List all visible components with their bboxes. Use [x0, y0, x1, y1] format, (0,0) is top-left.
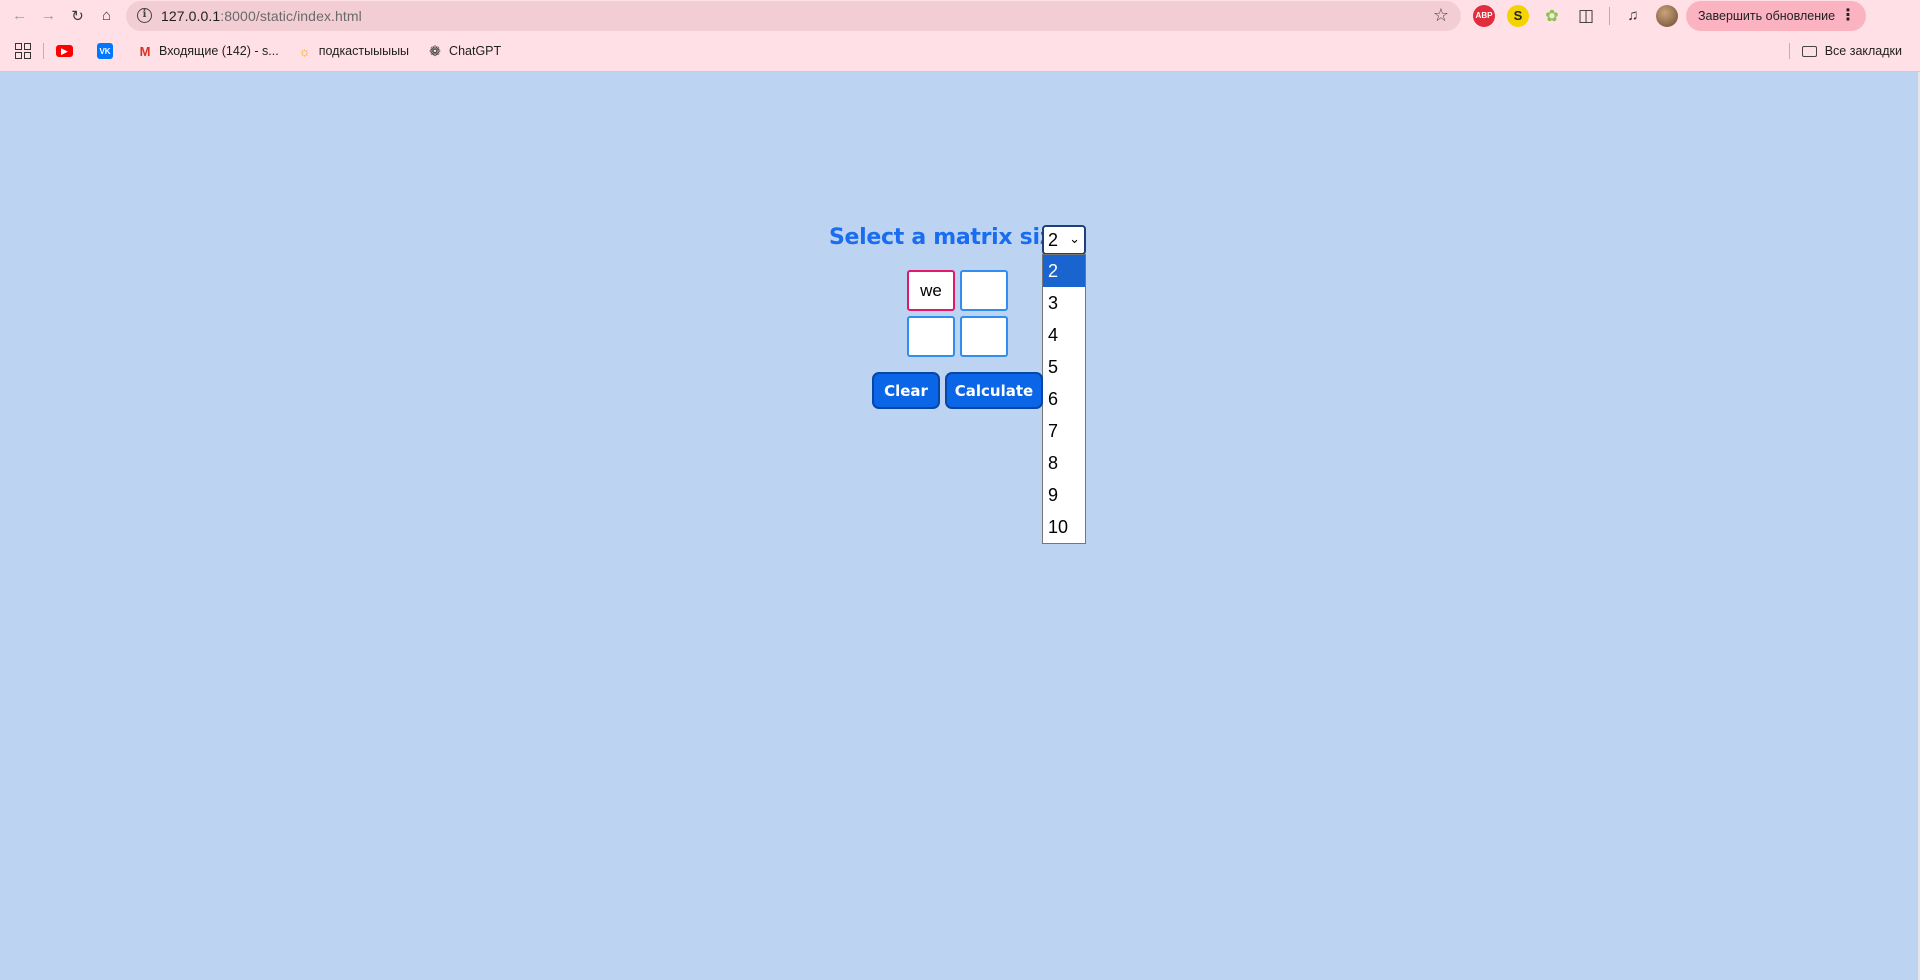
bookmark-star-icon[interactable]: ☆ — [1433, 5, 1449, 26]
bookmark-chatgpt[interactable]: ❁ ChatGPT — [427, 43, 501, 59]
bookmark-chatgpt-label: ChatGPT — [449, 44, 502, 58]
page-title: Select a matrix size — [829, 225, 1067, 250]
size-option[interactable]: 9 — [1043, 479, 1085, 511]
bookmark-podcasts-label: подкастыыыыы — [318, 44, 410, 58]
extension-s-icon[interactable]: S — [1507, 4, 1529, 27]
bookmarks-bar: ▶ VK M Входящие (142) - s... ☼ подкастыы… — [0, 31, 1920, 72]
size-option[interactable]: 7 — [1043, 415, 1085, 447]
menu-dots-icon[interactable]: ⋮ — [1840, 7, 1856, 23]
chevron-down-icon: ⌄ — [1069, 231, 1080, 246]
size-option[interactable]: 4 — [1043, 319, 1085, 351]
matrix-cell-input[interactable] — [960, 316, 1008, 357]
bookmarks-divider — [1788, 43, 1790, 59]
bookmark-podcasts[interactable]: ☼ подкастыыыыы — [297, 43, 409, 59]
chatgpt-icon: ❁ — [429, 42, 441, 59]
profile-avatar[interactable] — [1656, 4, 1678, 27]
apps-grid-icon[interactable] — [15, 43, 31, 59]
url-path: :8000/static/index.html — [220, 7, 362, 24]
toolbar-divider — [1609, 6, 1610, 25]
home-icon[interactable]: ⌂ — [92, 1, 121, 30]
leaf-extension-icon[interactable]: ✿ — [1541, 5, 1563, 27]
matrix-size-select[interactable]: 2 ⌄ — [1042, 225, 1086, 255]
bookmark-gmail-label: Входящие (142) - s... — [159, 44, 279, 58]
url-text[interactable]: 127.0.0.1:8000/static/index.html — [161, 8, 362, 24]
all-bookmarks-label: Все закладки — [1824, 44, 1902, 58]
site-info-icon[interactable]: i — [137, 8, 152, 23]
bookmark-gmail[interactable]: M Входящие (142) - s... — [137, 43, 279, 59]
extensions-area: ABP S ✿ ◫ ♫ Завершить обновление ⋮ — [1467, 0, 1866, 31]
selected-size-value: 2 — [1048, 229, 1059, 250]
size-option[interactable]: 2 — [1043, 255, 1085, 287]
bookmarks-divider — [43, 43, 44, 59]
vk-icon: VK — [97, 43, 113, 59]
gmail-icon: M — [139, 43, 151, 59]
size-option[interactable]: 8 — [1043, 447, 1085, 479]
extensions-puzzle-icon[interactable]: ◫ — [1575, 5, 1597, 27]
matrix-cell-input[interactable]: we — [907, 270, 955, 311]
size-option[interactable]: 5 — [1043, 351, 1085, 383]
matrix-cell-input[interactable] — [907, 316, 955, 357]
finish-update-button[interactable]: Завершить обновление ⋮ — [1686, 0, 1866, 31]
adblock-plus-icon[interactable]: ABP — [1473, 4, 1495, 27]
size-option[interactable]: 10 — [1043, 511, 1085, 543]
reload-icon[interactable]: ↻ — [63, 1, 92, 30]
size-option[interactable]: 6 — [1043, 383, 1085, 415]
youtube-icon: ▶ — [56, 45, 73, 57]
all-bookmarks[interactable]: Все закладки — [1777, 43, 1902, 59]
matrix-cell-input[interactable] — [960, 270, 1008, 311]
url-host: 127.0.0.1 — [161, 7, 221, 24]
finish-update-label: Завершить обновление — [1698, 8, 1836, 23]
folder-icon — [1801, 45, 1817, 57]
forward-arrow-icon[interactable]: → — [34, 1, 63, 30]
media-control-icon[interactable]: ♫ — [1622, 5, 1644, 27]
address-bar[interactable]: i 127.0.0.1:8000/static/index.html ☆ — [126, 0, 1461, 31]
size-dropdown-list: 2 3 4 5 6 7 8 9 10 — [1042, 254, 1086, 544]
bookmark-vk[interactable]: VK — [97, 43, 119, 59]
calculate-button[interactable]: Calculate — [945, 372, 1043, 409]
bookmark-youtube[interactable]: ▶ — [56, 45, 79, 57]
browser-toolbar: ← → ↻ ⌂ i 127.0.0.1:8000/static/index.ht… — [0, 0, 1920, 31]
clear-button[interactable]: Clear — [872, 372, 940, 409]
sun-icon: ☼ — [298, 43, 311, 59]
back-arrow-icon[interactable]: ← — [5, 1, 34, 30]
size-option[interactable]: 3 — [1043, 287, 1085, 319]
